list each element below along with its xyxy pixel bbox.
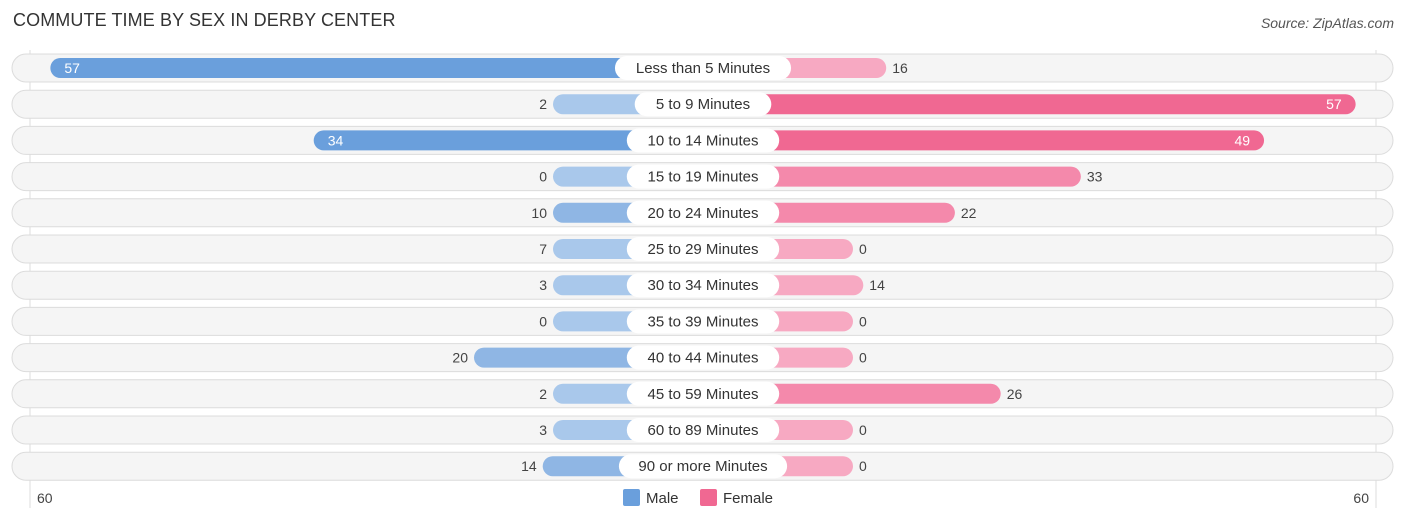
female-bar — [703, 94, 1356, 115]
category-label: Less than 5 Minutes — [636, 60, 770, 77]
female-value-label: 0 — [859, 350, 867, 366]
legend-swatch-female — [700, 489, 717, 506]
bar-row: 40 to 44 Minutes 20 0 — [11, 343, 1394, 373]
male-value-label: 3 — [539, 422, 547, 438]
female-value-label: 33 — [1087, 169, 1103, 185]
male-bar — [50, 58, 704, 78]
legend-label-female: Female — [723, 490, 773, 507]
female-value-label: 57 — [1326, 96, 1342, 112]
bar-row: 25 to 29 Minutes 7 0 — [11, 234, 1394, 264]
category-label: 20 to 24 Minutes — [648, 205, 759, 222]
male-value-label: 3 — [539, 277, 547, 293]
legend-swatch-male — [623, 489, 640, 506]
female-value-label: 49 — [1234, 132, 1250, 148]
category-label: 40 to 44 Minutes — [648, 350, 759, 367]
female-value-label: 16 — [892, 60, 908, 76]
female-value-label: 22 — [961, 205, 977, 221]
male-value-label: 0 — [539, 313, 547, 329]
category-label: 5 to 9 Minutes — [656, 96, 750, 113]
female-value-label: 0 — [859, 241, 867, 257]
bar-row: 5 to 9 Minutes 2 57 — [11, 89, 1394, 119]
male-value-label: 57 — [64, 60, 80, 76]
category-label: 10 to 14 Minutes — [648, 132, 759, 149]
female-value-label: 0 — [859, 422, 867, 438]
axis-label-right: 60 — [1353, 490, 1369, 506]
category-label: 25 to 29 Minutes — [648, 241, 759, 258]
bar-row: 15 to 19 Minutes 0 33 — [11, 162, 1394, 192]
male-value-label: 34 — [328, 132, 344, 148]
category-label: 30 to 34 Minutes — [648, 277, 759, 294]
bar-row: 60 to 89 Minutes 3 0 — [11, 415, 1394, 445]
female-value-label: 26 — [1007, 386, 1023, 402]
category-label: 15 to 19 Minutes — [648, 169, 759, 186]
chart-svg: Less than 5 Minutes 57 16 5 to 9 Minutes 2 57… — [11, 50, 1394, 508]
female-bar — [703, 130, 1265, 151]
chart-root: COMMUTE TIME BY SEX IN DERBY CENTER Sour… — [0, 0, 1406, 523]
bar-row: 90 or more Minutes 14 0 — [11, 451, 1394, 481]
category-label: 45 to 59 Minutes — [648, 386, 759, 403]
bar-row: 10 to 14 Minutes 34 49 — [11, 125, 1394, 155]
bar-row: 30 to 34 Minutes 3 14 — [11, 270, 1394, 300]
female-value-label: 14 — [869, 277, 885, 293]
bar-row: Less than 5 Minutes 57 16 — [11, 53, 1394, 83]
category-label: 90 or more Minutes — [638, 458, 767, 475]
category-label: 35 to 39 Minutes — [648, 313, 759, 330]
male-value-label: 7 — [539, 241, 547, 257]
male-value-label: 20 — [452, 350, 468, 366]
male-value-label: 2 — [539, 96, 547, 112]
male-value-label: 2 — [539, 386, 547, 402]
female-value-label: 0 — [859, 458, 867, 474]
male-value-label: 14 — [521, 458, 537, 474]
bar-row: 45 to 59 Minutes 2 26 — [11, 379, 1394, 409]
legend: Male Female — [623, 489, 773, 507]
bar-row: 35 to 39 Minutes 0 0 — [11, 306, 1394, 336]
female-value-label: 0 — [859, 313, 867, 329]
axis-label-left: 60 — [37, 490, 53, 506]
legend-label-male: Male — [646, 490, 679, 507]
male-value-label: 0 — [539, 169, 547, 185]
category-label: 60 to 89 Minutes — [648, 422, 759, 439]
bar-row: 20 to 24 Minutes 10 22 — [11, 198, 1394, 228]
male-value-label: 10 — [531, 205, 547, 221]
